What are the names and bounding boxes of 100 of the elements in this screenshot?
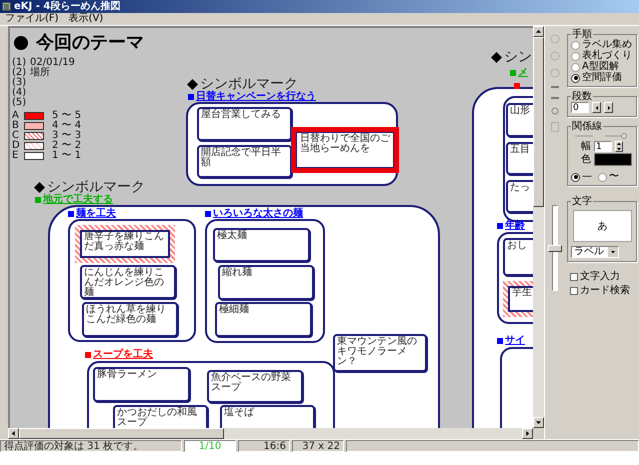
status-text: 16:6: [238, 440, 290, 452]
label-card[interactable]: 極細麺: [215, 302, 312, 337]
radio-circle[interactable]: [571, 62, 580, 72]
scroll-thumb[interactable]: [19, 428, 224, 439]
label-card[interactable]: 塩そば: [220, 405, 315, 428]
field-value: 場所: [30, 68, 50, 78]
legend-grade: E: [12, 151, 18, 161]
step-radio[interactable]: 空間評価: [571, 73, 634, 83]
scroll-down-button[interactable]: [533, 417, 544, 428]
group-tag: いろいろな太さの麺: [213, 209, 303, 219]
option-checkbox[interactable]: カード検索: [570, 286, 637, 296]
group-heading: シン: [504, 50, 532, 65]
legend-grade: A: [12, 111, 19, 121]
arrow-up-icon[interactable]: [617, 142, 621, 146]
label-card[interactable]: 山形: [506, 103, 533, 137]
legend-range: 5 〜 5: [52, 111, 82, 121]
radio-circle[interactable]: [598, 172, 607, 182]
label-card[interactable]: 唐辛子を練りこんだ真っ赤な麺: [75, 225, 175, 263]
arrow-up-icon[interactable]: [536, 29, 541, 34]
line-style-radio[interactable]: 〜: [598, 172, 619, 182]
scroll-up-button[interactable]: [533, 26, 544, 37]
group-title: 関係線: [571, 121, 603, 132]
status-text: 得点評価の対象は 31 枚です。: [0, 440, 182, 452]
color-label: 色: [581, 154, 591, 165]
label-card[interactable]: 開店記念で平日半額: [197, 145, 292, 178]
spin-right-button[interactable]: [604, 102, 613, 113]
label-card[interactable]: 縮れ麺: [218, 265, 314, 300]
group-tag: 日替キャンペーンを行なう: [196, 92, 316, 102]
option-checkbox[interactable]: 文字入力: [570, 272, 637, 282]
label-card[interactable]: ほうれん草を練りこんだ緑色の麺: [82, 302, 178, 337]
group-tag: 地元で工夫する: [43, 195, 113, 205]
legend-grade: C: [12, 131, 19, 141]
label-card[interactable]: かつおだしの和風スープ: [113, 405, 208, 428]
label-card[interactable]: たっ: [506, 180, 533, 213]
label-card[interactable]: 豚骨ラーメン: [93, 367, 190, 402]
diamond-icon: [34, 182, 45, 193]
line-icon[interactable]: [550, 96, 558, 100]
label-card[interactable]: 極太麺: [213, 228, 310, 262]
diamond-icon: [491, 52, 502, 63]
arrow-left-icon[interactable]: [594, 106, 598, 110]
step-radio[interactable]: 表札づくり: [571, 51, 634, 61]
radio-circle[interactable]: [571, 172, 580, 182]
type-dropdown[interactable]: ラベル: [571, 246, 619, 258]
radio-circle[interactable]: [571, 52, 580, 60]
label-card[interactable]: 魚介ベースの野菜スープ: [207, 370, 303, 403]
field-index: (3): [12, 78, 26, 88]
scroll-thumb[interactable]: [533, 37, 544, 207]
group-title: 手順: [571, 29, 593, 40]
legend-range: 2 〜 2: [52, 141, 82, 151]
diamond-icon: [187, 79, 198, 90]
text-preview: あ: [573, 210, 632, 242]
menu-item[interactable]: 表示(V): [64, 13, 108, 25]
legend-grade: B: [12, 121, 19, 131]
radio-circle[interactable]: [571, 74, 580, 82]
arrow-down-icon[interactable]: [617, 146, 621, 151]
legend-range: 3 〜 3: [52, 131, 82, 141]
legend-range: 4 〜 4: [52, 121, 82, 131]
legend-swatch: [24, 142, 44, 150]
arrow-right-icon[interactable]: [606, 106, 610, 110]
arrow-right-icon[interactable]: [525, 431, 530, 436]
radio-circle[interactable]: [571, 40, 580, 50]
menu-item[interactable]: ファイル(F): [0, 13, 64, 25]
label-card[interactable]: 東マウンテン風のキワモノラーメン？: [333, 334, 427, 372]
group-tag: 年齢: [505, 221, 525, 231]
line-style-radio[interactable]: —: [571, 172, 592, 182]
step-radio[interactable]: A型図解: [571, 62, 634, 72]
label-card[interactable]: 芋生: [503, 281, 533, 317]
checkbox-box[interactable]: [570, 273, 578, 281]
label-card[interactable]: 屋台営業してみる: [197, 107, 292, 141]
checkbox-box[interactable]: [570, 287, 578, 295]
scroll-left-button[interactable]: [8, 428, 19, 439]
group-tag: スープを工夫: [93, 350, 153, 360]
width-field[interactable]: 1: [594, 141, 612, 152]
depth-field[interactable]: 0: [571, 102, 589, 113]
label-card[interactable]: 日替わりで全国のご当地らーめんを: [291, 127, 399, 173]
spin-button[interactable]: [615, 141, 623, 152]
field-index: (5): [12, 98, 26, 108]
color-swatch[interactable]: [594, 153, 632, 166]
label-card[interactable]: にんじんを練りこんだオレンジ色の麺: [80, 265, 176, 299]
status-text: 37 x 22: [292, 440, 344, 452]
group-title: 段数: [571, 91, 593, 102]
label-card[interactable]: 五目: [506, 142, 533, 175]
legend-swatch: [24, 132, 44, 140]
horizontal-scrollbar[interactable]: [8, 428, 533, 439]
arrow-left-icon[interactable]: [11, 431, 16, 436]
line-icon[interactable]: [550, 85, 558, 89]
window-title: eKJ - 4段らーめん推図: [14, 0, 120, 12]
group-tag: 麺を工夫: [76, 209, 116, 219]
group-tag: メ: [518, 68, 528, 78]
scroll-right-button[interactable]: [522, 428, 533, 439]
label-card[interactable]: おし: [503, 238, 533, 276]
dropdown-arrow-icon[interactable]: [611, 250, 615, 254]
step-radio[interactable]: ラベル集め: [571, 40, 634, 50]
arrow-down-icon[interactable]: [536, 420, 541, 425]
field-value: 02/01/19: [30, 58, 75, 68]
circle-icon: [14, 36, 28, 50]
vertical-scrollbar[interactable]: [533, 26, 544, 428]
theme-title: 今回のテーマ: [36, 33, 144, 53]
spin-left-button[interactable]: [592, 102, 601, 113]
slider-thumb[interactable]: [548, 244, 562, 252]
